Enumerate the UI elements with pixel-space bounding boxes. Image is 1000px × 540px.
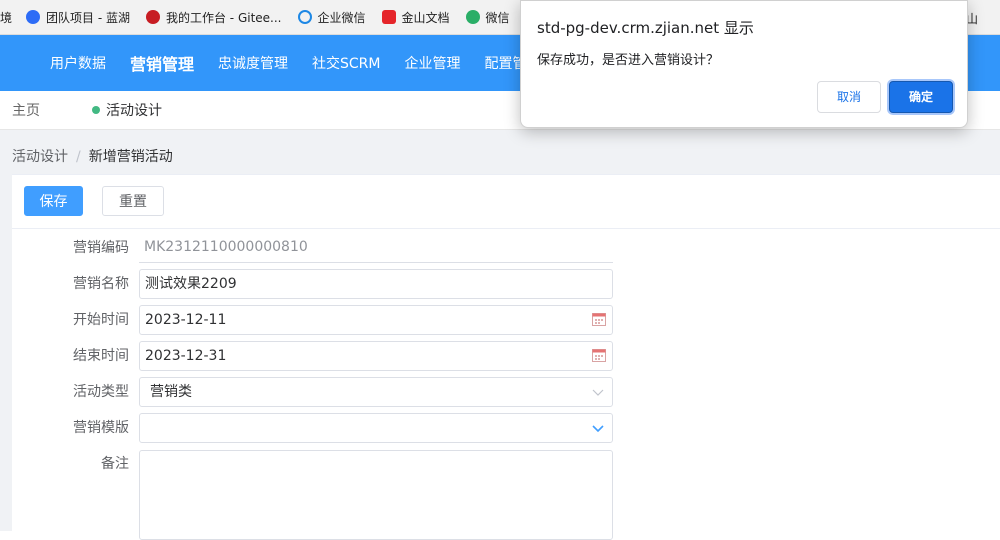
bookmark-label: 金山文档 [401, 10, 450, 25]
start-label: 开始时间 [73, 312, 129, 328]
bookmark-wechat[interactable]: 微信 [465, 9, 510, 26]
breadcrumb: 活动设计 / 新增营销活动 [12, 146, 173, 166]
chevron-down-icon [592, 425, 604, 433]
name-label: 营销名称 [73, 276, 129, 292]
template-select[interactable] [139, 413, 613, 443]
divider [12, 228, 1000, 229]
name-input[interactable]: 测试效果2209 [139, 269, 613, 299]
nav-user-data[interactable]: 用户数据 [50, 53, 106, 73]
content-area: 活动设计 / 新增营销活动 保存 重置 营销编码 MK231211000000081… [0, 130, 1000, 540]
reset-button[interactable]: 重置 [102, 186, 164, 216]
code-label: 营销编码 [73, 240, 129, 256]
tab-label: 活动设计 [106, 103, 162, 119]
bookmark-1[interactable]: 境 [0, 9, 12, 26]
bookmark-label: 我的工作台 - Gitee... [165, 10, 282, 25]
tab-home[interactable]: 主页 [12, 100, 40, 120]
wecom-icon [297, 10, 312, 24]
gitee-icon [145, 10, 160, 24]
code-field: MK2312110000000810 [139, 233, 613, 263]
start-date-input[interactable]: 2023-12-11 [139, 305, 613, 335]
breadcrumb-separator: / [76, 149, 81, 165]
calendar-icon[interactable] [592, 348, 606, 362]
nav-scrm[interactable]: 社交SCRM [312, 53, 380, 73]
dialog-message: 保存成功，是否进入营销设计？ [537, 53, 720, 68]
nav-marketing[interactable]: 营销管理 [130, 51, 194, 75]
remark-label: 备注 [101, 456, 129, 472]
type-label: 活动类型 [73, 384, 129, 400]
end-date-value: 2023-12-31 [145, 348, 227, 364]
chevron-down-icon [592, 389, 604, 396]
bookmark-kdocs[interactable]: 金山文档 [381, 9, 450, 26]
breadcrumb-parent[interactable]: 活动设计 [12, 149, 68, 165]
bookmark-gitee[interactable]: 我的工作台 - Gitee... [145, 9, 282, 26]
bookmark-lanhu[interactable]: 团队项目 - 蓝湖 [26, 9, 130, 26]
end-label: 结束时间 [73, 348, 129, 364]
bookmark-label: 境 [0, 10, 13, 25]
alert-dialog: std-pg-dev.crm.zjian.net 显示 保存成功，是否进入营销设… [520, 0, 968, 128]
type-value: 营销类 [150, 384, 192, 400]
dialog-title: std-pg-dev.crm.zjian.net 显示 [537, 19, 754, 37]
nav-loyalty[interactable]: 忠诚度管理 [218, 53, 288, 73]
active-dot-icon [92, 106, 100, 114]
breadcrumb-current: 新增营销活动 [88, 149, 173, 165]
cancel-button[interactable]: 取消 [817, 81, 881, 113]
bookmark-wecom[interactable]: 企业微信 [297, 9, 366, 26]
end-date-input[interactable]: 2023-12-31 [139, 341, 613, 371]
bookmark-label: 团队项目 - 蓝湖 [46, 10, 130, 25]
bookmark-label: 企业微信 [317, 10, 366, 25]
kdocs-icon [381, 10, 396, 24]
calendar-icon[interactable] [592, 312, 606, 326]
template-label: 营销模版 [73, 420, 129, 436]
ok-button[interactable]: 确定 [889, 81, 953, 113]
start-date-value: 2023-12-11 [145, 312, 227, 328]
lanhu-icon [26, 10, 41, 24]
nav-enterprise[interactable]: 企业管理 [404, 53, 460, 73]
type-select[interactable]: 营销类 [139, 377, 613, 407]
tab-activity-design[interactable]: 活动设计 [92, 100, 162, 120]
wechat-icon [465, 10, 480, 24]
bookmark-label: 微信 [485, 10, 510, 25]
form-card: 保存 重置 营销编码 MK2312110000000810 营销名称 测试效果2… [12, 174, 1000, 540]
remark-textarea[interactable] [139, 450, 613, 540]
save-button[interactable]: 保存 [24, 186, 83, 216]
